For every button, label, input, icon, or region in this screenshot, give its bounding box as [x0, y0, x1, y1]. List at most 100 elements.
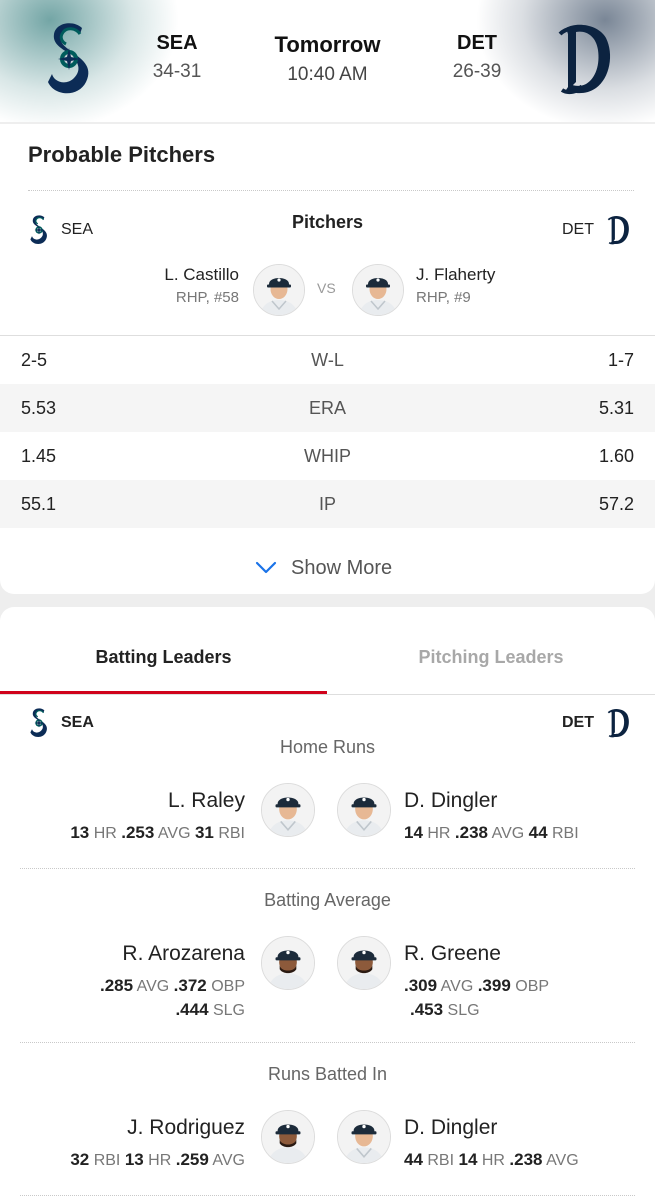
home-leader-stats-2: .453 SLG [410, 1000, 480, 1020]
pitchers-heading: Pitchers [291, 212, 364, 232]
stat-value: .238 [454, 823, 489, 842]
category-title: Home Runs [279, 737, 376, 757]
stat-label: WHIP [304, 446, 351, 466]
stat-unit: SLG [443, 1002, 480, 1019]
home-stat-value: 1-7 [607, 350, 634, 370]
home-leader-name[interactable]: R. Greene [404, 942, 501, 966]
stat-unit: HR [477, 1152, 510, 1169]
stat-label: ERA [308, 398, 346, 418]
mariners-logo-icon [28, 707, 50, 739]
tab-batting-leaders[interactable]: Batting Leaders [0, 647, 327, 668]
category-title: Runs Batted In [267, 1064, 388, 1084]
stat-unit: AVG [488, 825, 529, 842]
stat-value: 13 [70, 823, 90, 842]
home-team-block[interactable]: DET 26-39 [432, 32, 522, 83]
away-pitcher-avatar[interactable] [253, 264, 305, 316]
stat-unit: AVG [437, 978, 478, 995]
away-pitcher-name[interactable]: L. Castillo [164, 265, 239, 285]
away-team-abbr: SEA [156, 32, 198, 54]
tigers-logo-icon [606, 707, 632, 739]
stat-value: .399 [477, 976, 511, 995]
stat-value: 44 [528, 823, 548, 842]
home-team-record: 26-39 [452, 61, 502, 82]
home-leader-avatar[interactable] [337, 936, 391, 990]
stat-unit: RBI [547, 825, 579, 842]
stat-unit: AVG [154, 825, 195, 842]
away-team-record: 34-31 [152, 61, 202, 82]
stat-row-ip: 55.1 IP 57.2 [0, 480, 655, 528]
away-leader-stats: 13 HR .253 AVG 31 RBI [70, 823, 245, 843]
away-leader-name[interactable]: J. Rodriguez [127, 1116, 245, 1140]
game-day: Tomorrow [274, 32, 381, 57]
divider [20, 868, 635, 869]
stat-row-era: 5.53 ERA 5.31 [0, 384, 655, 432]
mariners-logo-icon[interactable] [44, 20, 94, 98]
stat-unit: AVG [542, 1152, 579, 1169]
section-title: Probable Pitchers [28, 142, 216, 167]
away-leader-avatar[interactable] [261, 936, 315, 990]
stat-value: .453 [410, 1000, 444, 1019]
home-stat-value: 1.60 [598, 446, 634, 466]
away-leader-stats-2: .444 SLG [175, 1000, 245, 1020]
tigers-logo-icon[interactable] [556, 20, 616, 98]
tab-pitching-leaders[interactable]: Pitching Leaders [327, 647, 655, 668]
stat-value: 14 [404, 823, 423, 842]
away-leader-stats: .285 AVG .372 OBP [100, 976, 245, 996]
stat-value: 13 [124, 1150, 144, 1169]
stat-unit: SLG [208, 1002, 245, 1019]
home-team-abbr: DET [562, 714, 594, 731]
stat-value: .372 [173, 976, 207, 995]
divider [0, 694, 655, 695]
away-pitcher-info: RHP, #58 [175, 289, 239, 306]
tigers-logo-icon [606, 214, 632, 246]
home-leader-stats: .309 AVG .399 OBP [404, 976, 549, 996]
home-leader-name[interactable]: D. Dingler [404, 789, 497, 813]
stat-value: .238 [509, 1150, 543, 1169]
show-more-button[interactable]: Show More [255, 554, 392, 582]
stat-value: .285 [99, 976, 134, 995]
away-team-block[interactable]: SEA 34-31 [132, 32, 222, 83]
stat-value: 31 [194, 823, 214, 842]
versus-label: VS [317, 280, 336, 296]
away-leader-avatar[interactable] [261, 1110, 315, 1164]
away-leader-name[interactable]: R. Arozarena [122, 942, 245, 966]
divider [20, 1042, 635, 1043]
stat-value: .309 [404, 976, 438, 995]
stat-unit: AVG [208, 1152, 245, 1169]
stat-unit: OBP [510, 978, 550, 995]
stat-unit: RBI [422, 1152, 459, 1169]
stat-unit: HR [89, 825, 122, 842]
home-stat-value: 5.31 [598, 398, 634, 418]
home-pitcher-avatar[interactable] [352, 264, 404, 316]
chevron-down-icon [255, 561, 277, 574]
stat-value: 44 [404, 1150, 423, 1169]
stat-unit: OBP [206, 978, 245, 995]
probable-pitchers-card: Probable Pitchers SEA Pitchers DET L. Ca… [0, 124, 655, 594]
stat-value: 32 [70, 1150, 90, 1169]
stat-unit: HR [143, 1152, 176, 1169]
stat-value: .259 [175, 1150, 209, 1169]
game-info: Tomorrow 10:40 AM [240, 32, 415, 86]
home-leader-avatar[interactable] [337, 1110, 391, 1164]
stat-row-wl: 2-5 W-L 1-7 [0, 336, 655, 384]
away-leader-name[interactable]: L. Raley [168, 789, 245, 813]
stat-label: W-L [311, 350, 344, 370]
game-time: 10:40 AM [287, 64, 368, 85]
home-team-abbr: DET [562, 221, 594, 238]
stat-unit: RBI [213, 825, 245, 842]
home-pitcher-info: RHP, #9 [416, 289, 471, 306]
home-stat-value: 57.2 [598, 494, 634, 514]
stat-unit: AVG [133, 978, 174, 995]
home-leader-stats: 14 HR .238 AVG 44 RBI [404, 823, 579, 843]
home-team-abbr: DET [457, 32, 497, 54]
home-pitcher-name[interactable]: J. Flaherty [416, 265, 495, 285]
stat-value: .253 [121, 823, 155, 842]
stat-unit: RBI [89, 1152, 125, 1169]
home-leader-stats: 44 RBI 14 HR .238 AVG [404, 1150, 579, 1170]
divider [20, 1195, 635, 1196]
home-leader-avatar[interactable] [337, 783, 391, 837]
divider [28, 190, 634, 191]
stat-label: IP [318, 494, 336, 514]
home-leader-name[interactable]: D. Dingler [404, 1116, 497, 1140]
away-leader-avatar[interactable] [261, 783, 315, 837]
